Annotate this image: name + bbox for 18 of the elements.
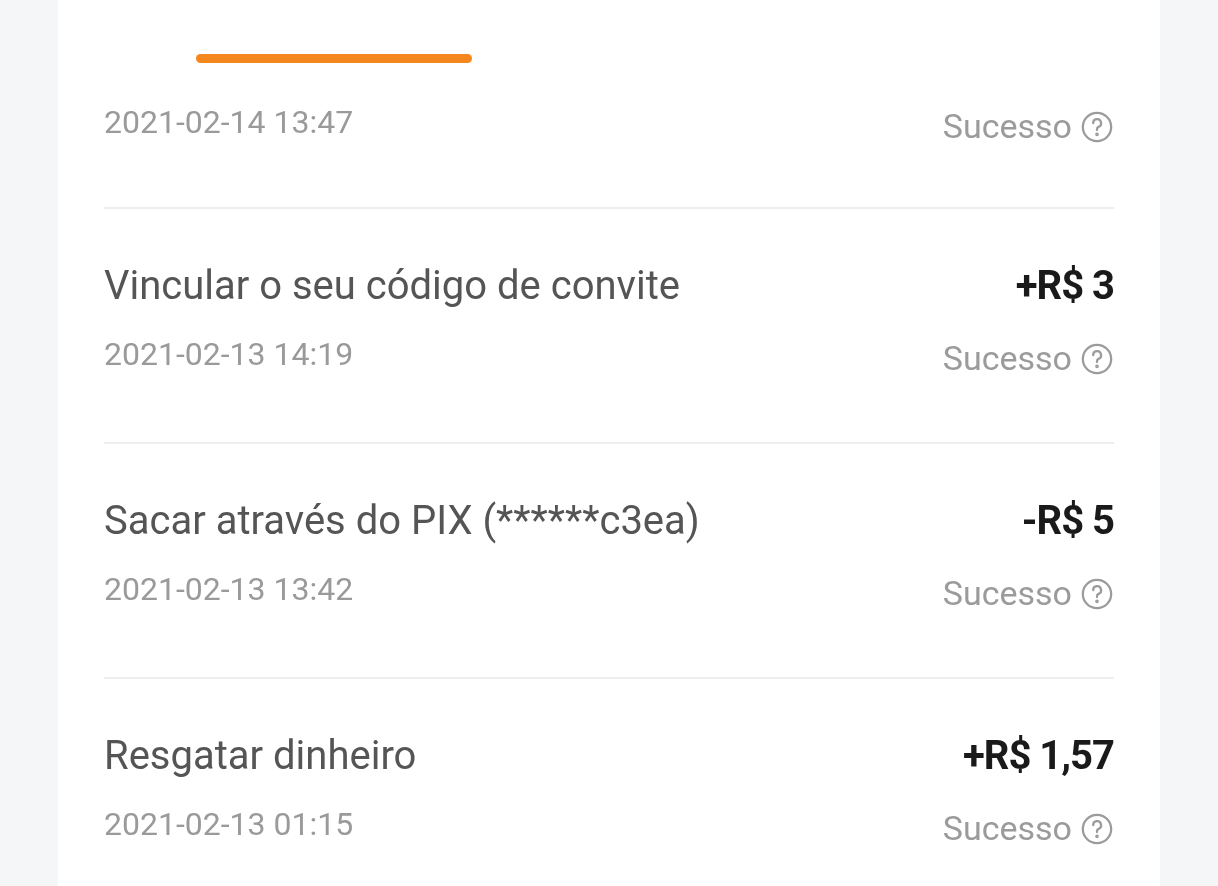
transaction-title: Sacar através do PIX (******c3ea) <box>104 496 700 546</box>
transaction-date: 2021-02-14 13:47 <box>104 102 354 143</box>
transaction-amount: +R$ 1,57 <box>963 731 1114 781</box>
help-icon[interactable] <box>1080 341 1114 376</box>
status-label: Sucesso <box>942 572 1072 615</box>
status-label: Sucesso <box>942 337 1072 380</box>
transaction-title: Resgatar dinheiro <box>104 731 417 781</box>
transaction-date: 2021-02-13 01:15 <box>104 804 354 845</box>
transaction-title: Vincular o seu código de convite <box>104 261 680 311</box>
status-label: Sucesso <box>942 807 1072 850</box>
transaction-amount: +R$ 3 <box>1015 261 1114 311</box>
transaction-date: 2021-02-13 14:19 <box>104 334 354 375</box>
help-icon[interactable] <box>1080 109 1114 144</box>
transaction-amount: -R$ 5 <box>1021 496 1114 546</box>
help-icon[interactable] <box>1080 811 1114 846</box>
transaction-date: 2021-02-13 13:42 <box>104 569 354 610</box>
status-label: Sucesso <box>942 105 1072 148</box>
help-icon[interactable] <box>1080 576 1114 611</box>
